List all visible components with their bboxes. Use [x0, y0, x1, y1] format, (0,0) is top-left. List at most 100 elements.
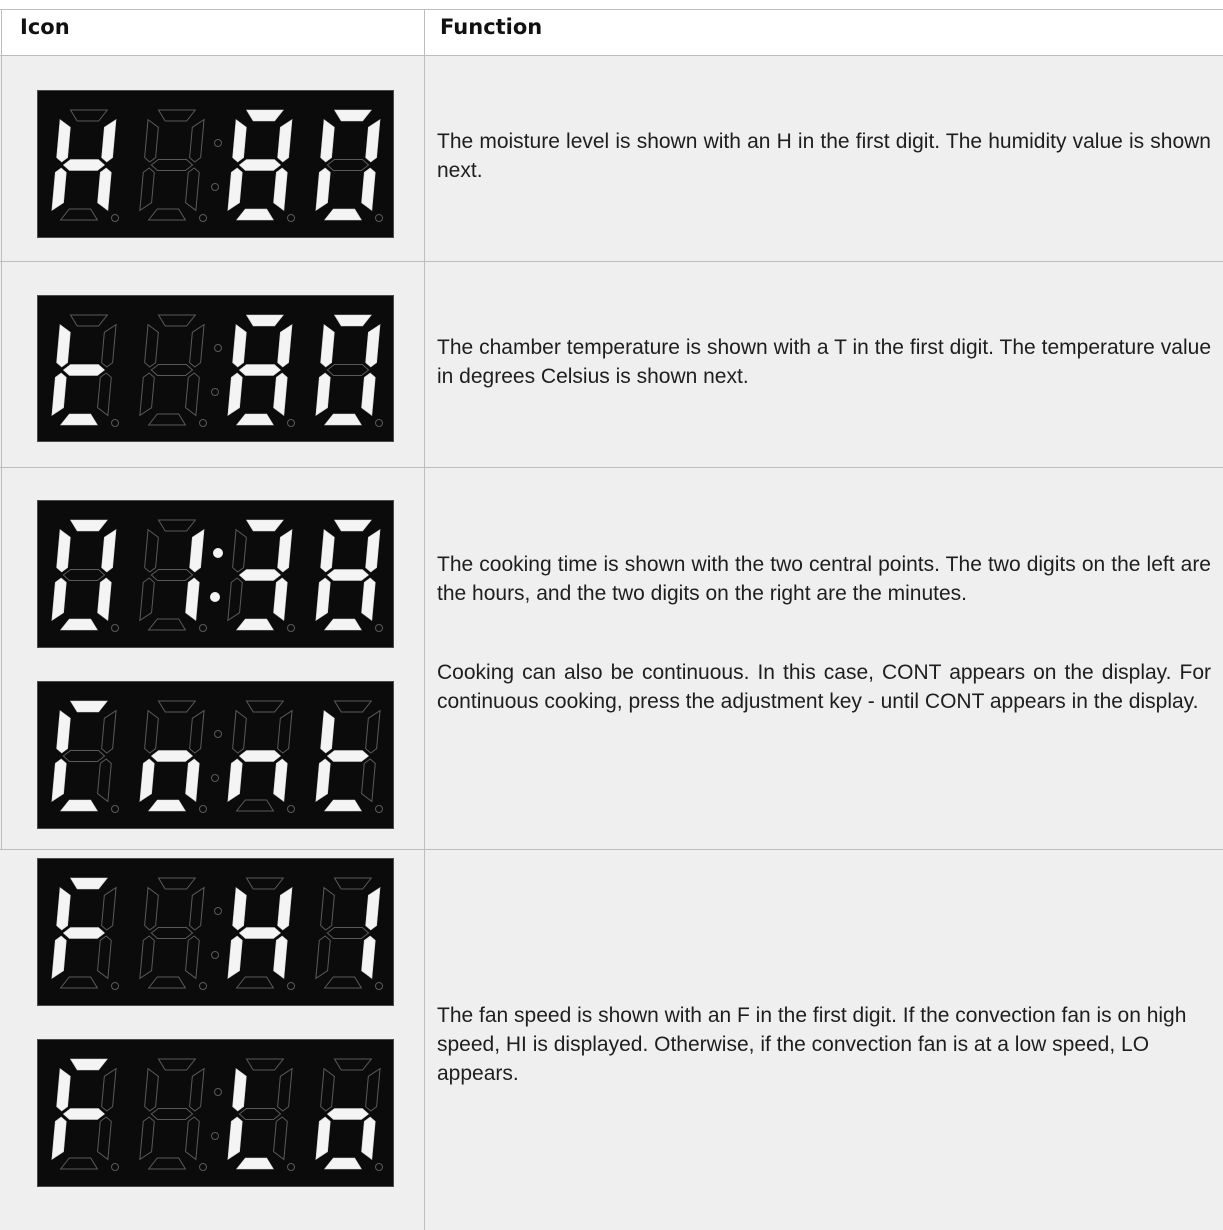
segment-e — [315, 167, 331, 211]
function-text: The moisture level is shown with an H in… — [437, 130, 1211, 182]
segment-b — [365, 887, 381, 931]
segment-a — [245, 700, 285, 713]
colon-dot — [213, 548, 223, 558]
info-table: Icon Function The moisture level is show… — [0, 0, 1223, 1230]
segment-c — [97, 758, 112, 803]
segment-e — [51, 1116, 67, 1160]
segment-c — [361, 1116, 376, 1160]
segment-b — [101, 1067, 117, 1112]
segment-c — [97, 1116, 112, 1161]
colon-dot — [214, 344, 222, 352]
segment-f — [144, 323, 159, 368]
decimal-point — [199, 1163, 207, 1171]
segment-d — [323, 208, 362, 221]
segment-b — [365, 119, 381, 163]
segment-a — [69, 1058, 108, 1071]
segment-a — [333, 877, 373, 890]
segment-b — [365, 709, 381, 754]
segment-a — [69, 877, 108, 890]
segment-g — [238, 1108, 282, 1120]
segment-g — [62, 364, 106, 376]
segment-d — [235, 1157, 274, 1170]
segment-f — [144, 1067, 159, 1112]
segment-a — [157, 519, 197, 532]
segment-c — [273, 372, 288, 416]
segment-e — [315, 577, 331, 621]
lcd-display — [37, 1039, 394, 1187]
segment-e — [227, 1116, 243, 1160]
segment-c — [185, 758, 200, 802]
segment-b — [189, 709, 205, 754]
segment-d — [235, 799, 275, 812]
colon-dot — [214, 1088, 222, 1096]
seven-segment-svg — [51, 877, 383, 990]
segment-g — [238, 927, 282, 939]
segment-c — [185, 167, 200, 212]
decimal-point — [287, 1163, 295, 1171]
segment-g — [326, 1108, 370, 1120]
segment-e — [227, 758, 243, 802]
segment-b — [365, 1067, 381, 1112]
segment-g — [62, 1108, 106, 1120]
segment-c — [361, 577, 376, 621]
segment-f — [56, 1068, 71, 1112]
table-border — [0, 261, 1223, 262]
segment-g — [326, 750, 370, 762]
function-text: The cooking time is shown with the two c… — [437, 553, 1211, 605]
segment-f — [232, 324, 247, 368]
segment-d — [59, 799, 98, 812]
segment-e — [139, 372, 155, 417]
segment-g — [238, 364, 282, 376]
segment-d — [147, 976, 187, 989]
segment-d — [59, 208, 99, 221]
segment-e — [139, 935, 155, 980]
segment-e — [51, 167, 67, 211]
segment-d — [59, 413, 98, 426]
decimal-point — [287, 624, 295, 632]
decimal-point — [287, 805, 295, 813]
segment-f — [232, 528, 247, 573]
segment-b — [189, 118, 205, 163]
segment-g — [150, 1108, 194, 1120]
segment-c — [361, 758, 376, 803]
decimal-point — [111, 982, 119, 990]
segment-b — [277, 119, 293, 163]
colon-dot — [211, 388, 219, 396]
segment-g — [62, 159, 106, 171]
segment-e — [315, 1116, 331, 1160]
segment-b — [365, 529, 381, 573]
segment-b — [277, 324, 293, 368]
colon-dot — [210, 592, 220, 602]
decimal-point — [199, 624, 207, 632]
table-border — [0, 849, 1223, 850]
seven-segment-svg — [51, 314, 383, 427]
table-border — [0, 467, 1223, 468]
table-border — [0, 9, 1223, 10]
segment-a — [245, 314, 284, 327]
function-text: The fan speed is shown with an F in the … — [437, 1004, 1187, 1085]
segment-a — [157, 877, 197, 890]
segment-b — [189, 323, 205, 368]
decimal-point — [111, 624, 119, 632]
decimal-point — [375, 982, 383, 990]
seven-segment-svg — [51, 109, 383, 222]
decimal-point — [375, 805, 383, 813]
segment-g — [238, 159, 282, 171]
table-border — [424, 9, 425, 1230]
segment-d — [59, 618, 98, 631]
segment-f — [320, 710, 335, 754]
segment-b — [101, 323, 117, 368]
decimal-point — [287, 214, 295, 222]
segment-f — [320, 886, 335, 931]
segment-e — [315, 758, 331, 802]
segment-g — [326, 569, 370, 581]
segment-g — [62, 569, 106, 581]
segment-c — [273, 1116, 288, 1161]
segment-e — [51, 758, 67, 802]
segment-f — [144, 528, 159, 573]
segment-f — [144, 118, 159, 163]
segment-f — [56, 529, 71, 573]
colon-dot — [211, 951, 219, 959]
segment-f — [320, 119, 335, 163]
decimal-point — [199, 982, 207, 990]
